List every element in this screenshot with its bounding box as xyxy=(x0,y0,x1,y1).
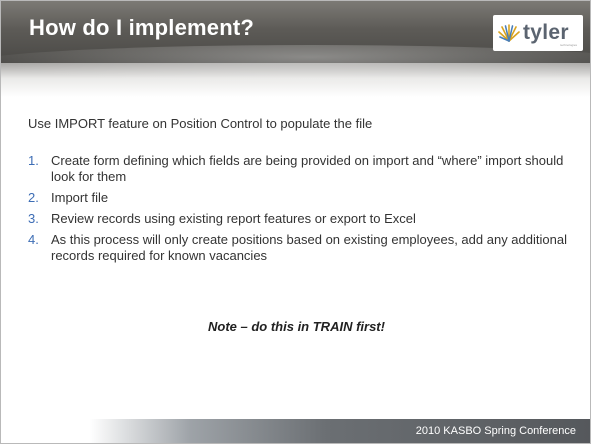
tyler-starburst-icon xyxy=(498,24,520,42)
step-number: 1. xyxy=(28,153,39,168)
logo-text: tyler xyxy=(523,21,569,44)
step-number: 3. xyxy=(28,211,39,226)
step-text: As this process will only create positio… xyxy=(51,232,567,263)
list-item: 1. Create form defining which fields are… xyxy=(28,153,568,185)
list-item: 2. Import file xyxy=(28,190,568,206)
step-text: Import file xyxy=(51,190,109,205)
step-text: Create form defining which fields are be… xyxy=(51,153,564,184)
intro-text: Use IMPORT feature on Position Control t… xyxy=(28,116,373,131)
logo-subtext: technologies xyxy=(560,43,577,47)
step-number: 2. xyxy=(28,190,39,205)
header-swoosh xyxy=(1,45,590,85)
step-number: 4. xyxy=(28,232,39,247)
steps-list: 1. Create form defining which fields are… xyxy=(28,153,568,269)
slide-title: How do I implement? xyxy=(29,15,255,40)
note-text: Note – do this in TRAIN first! xyxy=(208,319,385,334)
step-text: Review records using existing report fea… xyxy=(51,211,416,226)
list-item: 4. As this process will only create posi… xyxy=(28,232,568,264)
slide: How do I implement? tyler technologies U… xyxy=(0,0,591,444)
footer-text: 2010 KASBO Spring Conference xyxy=(415,425,576,437)
footer-band: 2010 KASBO Spring Conference xyxy=(1,419,590,443)
tyler-logo: tyler technologies xyxy=(493,15,583,51)
list-item: 3. Review records using existing report … xyxy=(28,211,568,227)
